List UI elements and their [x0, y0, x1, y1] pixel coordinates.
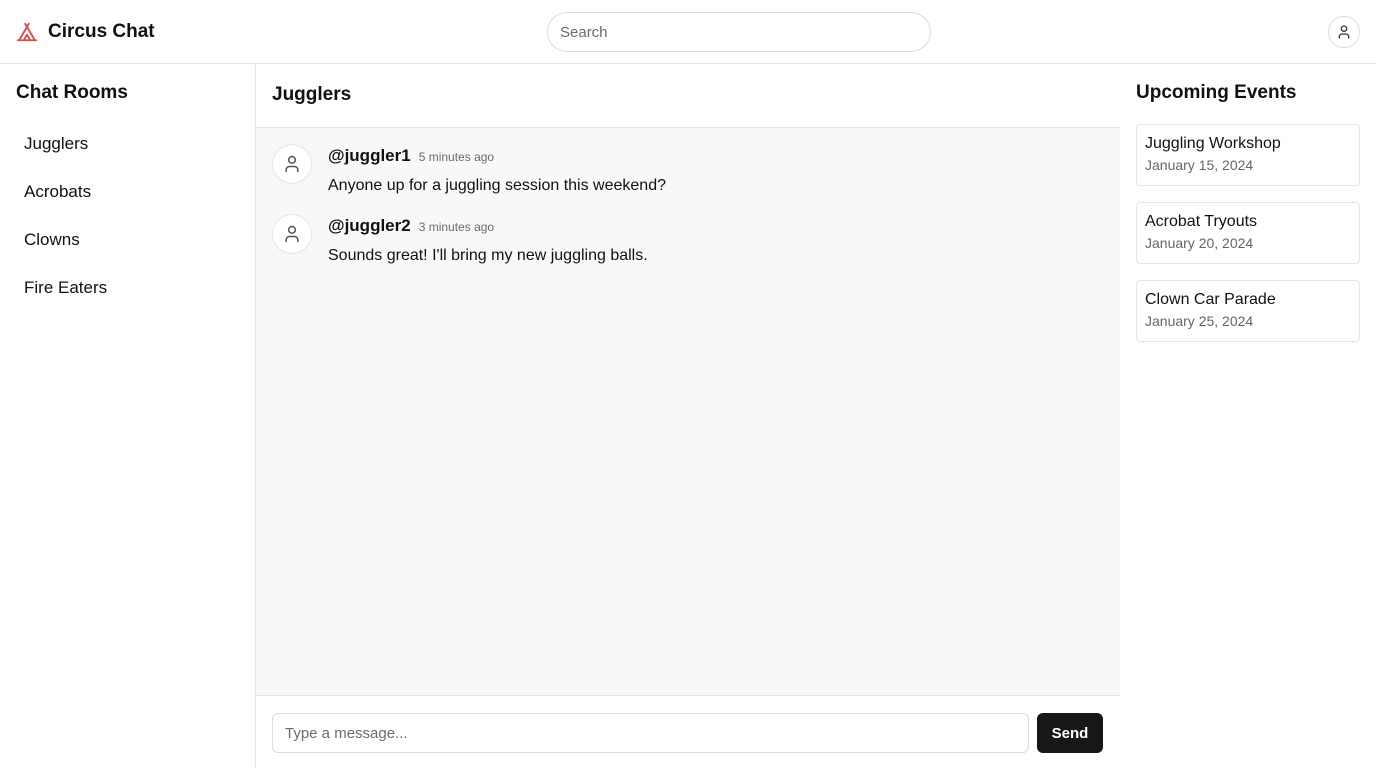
chat-rooms-sidebar: Chat Rooms Jugglers Acrobats Clowns Fire… — [0, 64, 256, 768]
avatar — [272, 144, 312, 184]
app-name: Circus Chat — [48, 21, 155, 42]
event-name: Acrobat Tryouts — [1145, 213, 1258, 230]
message-username[interactable]: @juggler2 — [328, 216, 411, 236]
room-item-jugglers[interactable]: Jugglers — [8, 120, 248, 168]
room-item-acrobats[interactable]: Acrobats — [8, 168, 248, 216]
top-header: Circus Chat — [0, 0, 1376, 64]
chat-main: Jugglers @juggler1 5 minutes ago Anyone … — [256, 64, 1120, 768]
event-card[interactable]: Juggling Workshop January 15, 2024 — [1136, 124, 1360, 186]
message-timestamp: 3 minutes ago — [418, 220, 495, 234]
message-input[interactable] — [272, 713, 1029, 753]
room-header: Jugglers — [256, 64, 1120, 128]
message-timestamp: 5 minutes ago — [418, 150, 495, 164]
message-username[interactable]: @juggler1 — [328, 146, 411, 166]
message-item: @juggler1 5 minutes ago Anyone up for a … — [272, 144, 1104, 214]
user-icon — [1338, 25, 1350, 39]
event-name: Juggling Workshop — [1145, 135, 1281, 152]
events-panel: Upcoming Events Juggling Workshop Januar… — [1120, 64, 1376, 768]
message-header: @juggler2 3 minutes ago — [328, 216, 494, 236]
profile-button[interactable] — [1328, 16, 1360, 48]
message-composer: Send — [256, 695, 1120, 768]
room-item-clowns[interactable]: Clowns — [8, 216, 248, 264]
room-item-fire-eaters[interactable]: Fire Eaters — [8, 264, 248, 312]
message-text: Sounds great! I'll bring my new juggling… — [328, 247, 648, 264]
app-logo[interactable]: Circus Chat — [16, 18, 155, 46]
room-title: Jugglers — [272, 84, 352, 105]
event-card[interactable]: Acrobat Tryouts January 20, 2024 — [1136, 202, 1360, 264]
message-item: @juggler2 3 minutes ago Sounds great! I'… — [272, 214, 1104, 284]
search-input[interactable] — [547, 12, 931, 52]
user-icon — [285, 225, 299, 243]
event-date: January 25, 2024 — [1145, 313, 1254, 329]
event-list: Juggling Workshop January 15, 2024 Acrob… — [1136, 124, 1360, 358]
send-button[interactable]: Send — [1037, 713, 1103, 753]
avatar — [272, 214, 312, 254]
user-icon — [285, 155, 299, 173]
event-date: January 15, 2024 — [1145, 157, 1254, 173]
room-list: Jugglers Acrobats Clowns Fire Eaters — [8, 120, 248, 312]
message-text: Anyone up for a juggling session this we… — [328, 177, 666, 194]
message-list: @juggler1 5 minutes ago Anyone up for a … — [272, 144, 1104, 284]
event-card[interactable]: Clown Car Parade January 25, 2024 — [1136, 280, 1360, 342]
event-name: Clown Car Parade — [1145, 291, 1276, 308]
message-header: @juggler1 5 minutes ago — [328, 146, 494, 166]
event-date: January 20, 2024 — [1145, 235, 1254, 251]
tent-icon — [16, 22, 38, 42]
sidebar-title: Chat Rooms — [16, 82, 128, 103]
events-title: Upcoming Events — [1136, 82, 1297, 103]
